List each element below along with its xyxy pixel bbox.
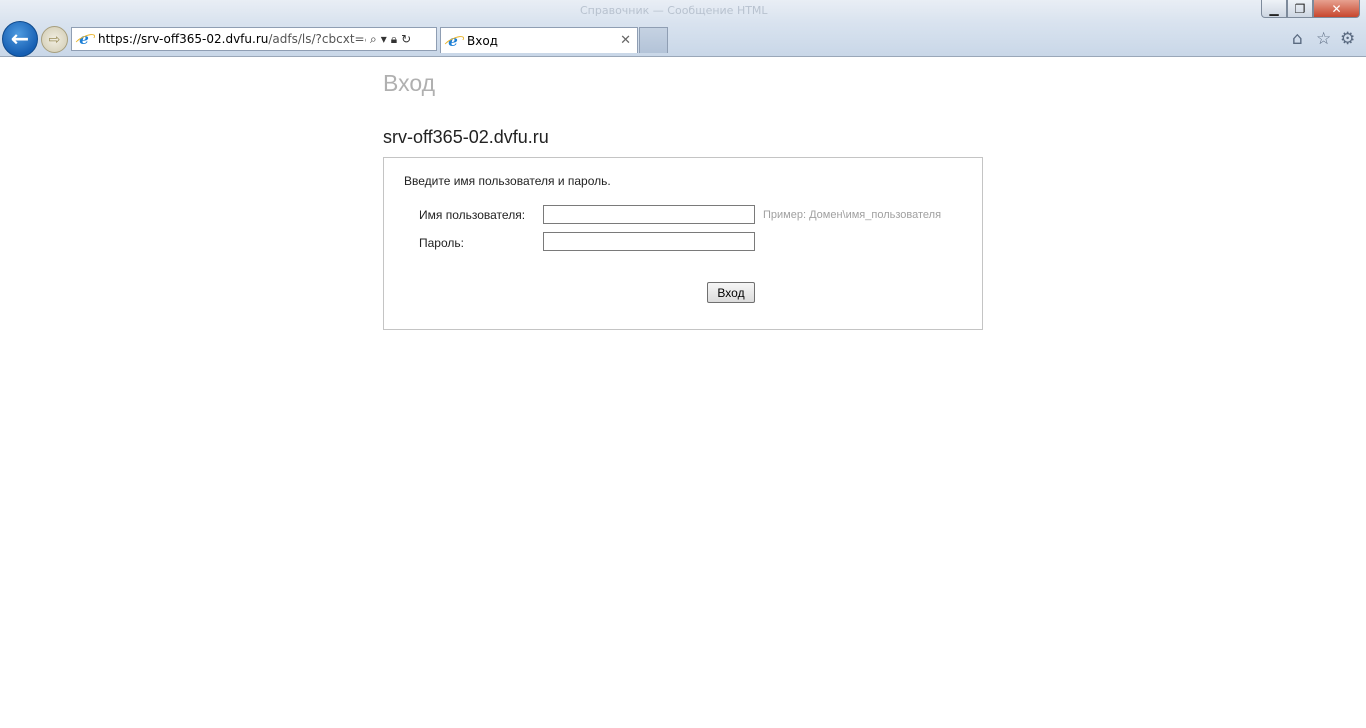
submit-button[interactable]: Вход <box>707 282 755 303</box>
close-window-button[interactable]: ✕ <box>1313 0 1360 18</box>
refresh-icon[interactable]: ↻ <box>401 32 411 46</box>
username-hint: Пример: Домен\имя_пользователя <box>763 209 942 221</box>
url-host: https://srv-off365-02.dvfu.ru <box>98 32 269 46</box>
tab-close-icon[interactable]: ✕ <box>620 33 631 48</box>
browser-chrome: Справочник — Сообщение HTML ▁ ❐ ✕ ← ⇨ e … <box>0 0 1366 57</box>
star-icon[interactable]: ☆ <box>1316 29 1331 49</box>
back-button[interactable]: ← <box>2 21 38 57</box>
maximize-button[interactable]: ❐ <box>1287 0 1313 18</box>
search-icon[interactable]: ⌕ <box>370 32 377 47</box>
window-title: Справочник — Сообщение HTML <box>580 4 768 17</box>
ie-logo-icon: e <box>445 32 461 50</box>
server-name: srv-off365-02.dvfu.ru <box>383 127 549 147</box>
login-form: Введите имя пользователя и пароль. Имя п… <box>383 157 983 330</box>
tab-title: Вход <box>467 33 498 48</box>
url-text[interactable]: https://srv-off365-02.dvfu.ru/adfs/ls/?c… <box>98 32 366 46</box>
lock-icon[interactable]: 🔒︎ <box>391 32 397 47</box>
ie-logo-icon: e <box>76 30 92 48</box>
username-label: Имя пользователя: <box>419 208 526 222</box>
login-instructions: Введите имя пользователя и пароль. <box>404 174 611 188</box>
password-label: Пароль: <box>419 236 464 250</box>
forward-button[interactable]: ⇨ <box>41 26 68 53</box>
minimize-button[interactable]: ▁ <box>1261 0 1287 18</box>
back-arrow-icon: ← <box>10 26 30 52</box>
address-bar[interactable]: e https://srv-off365-02.dvfu.ru/adfs/ls/… <box>71 27 437 51</box>
page-title: Вход <box>383 70 436 96</box>
new-tab-button[interactable] <box>639 27 668 53</box>
username-input[interactable] <box>543 205 755 224</box>
url-path: /adfs/ls/?cbcxt=&pop <box>268 32 366 46</box>
password-input[interactable] <box>543 232 755 251</box>
page-content: Вход srv-off365-02.dvfu.ru Введите имя п… <box>0 57 1366 728</box>
home-icon[interactable]: ⌂ <box>1292 29 1303 49</box>
gear-icon[interactable]: ⚙ <box>1340 29 1355 49</box>
browser-tab[interactable]: e Вход ✕ <box>440 27 638 53</box>
dropdown-icon[interactable]: ▾ <box>381 32 387 46</box>
forward-arrow-icon: ⇨ <box>48 31 61 48</box>
